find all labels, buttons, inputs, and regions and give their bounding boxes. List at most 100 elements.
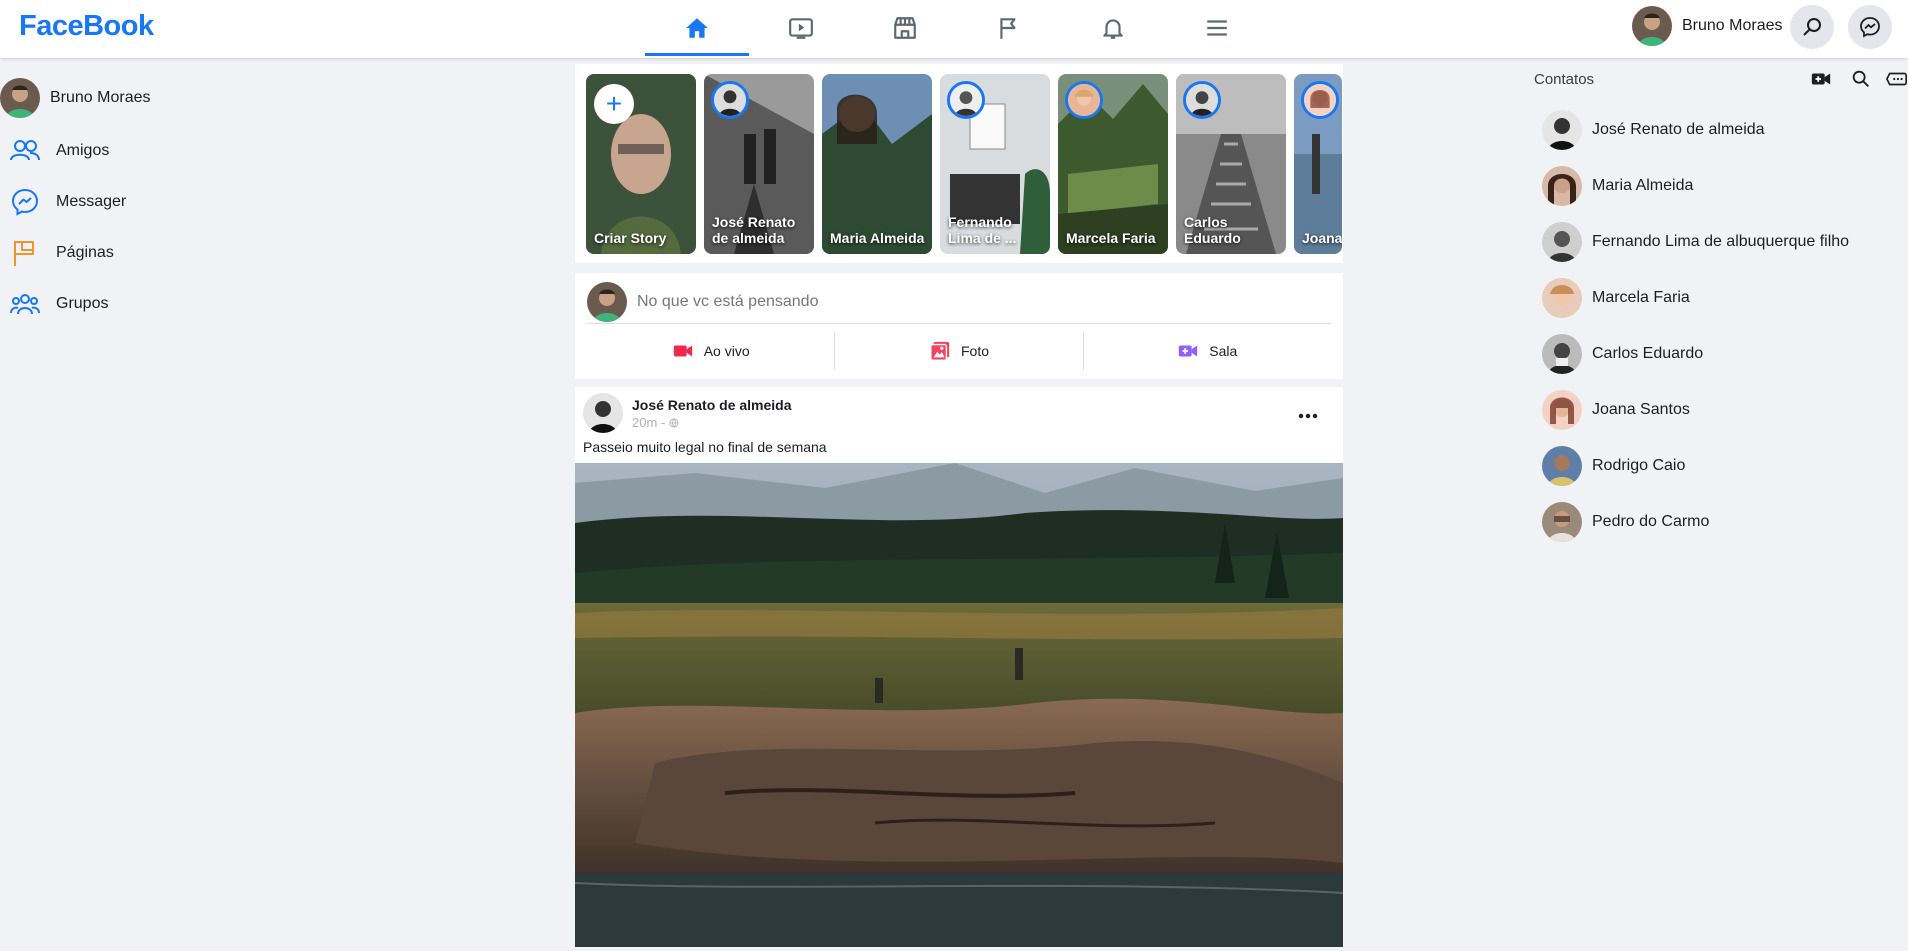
contact-item[interactable]: Pedro do Carmo: [1534, 494, 1908, 550]
avatar: [1632, 6, 1672, 46]
top-navbar: FaceBook Bruno Moraes: [0, 0, 1908, 58]
contact-name: Pedro do Carmo: [1592, 513, 1710, 530]
photo-button[interactable]: Foto: [835, 332, 1084, 370]
avatar: [1542, 278, 1582, 318]
story-item[interactable]: Fernando Lima de ...: [940, 74, 1050, 254]
story-name: Joana: [1302, 230, 1342, 246]
search-button[interactable]: [1790, 5, 1834, 49]
post-card: José Renato de almeida 20m - Passeio mui…: [575, 387, 1343, 947]
avatar: [1542, 334, 1582, 374]
contact-item[interactable]: Maria Almeida: [1534, 158, 1908, 214]
header-user-name: Bruno Moraes: [1682, 17, 1783, 34]
tab-home[interactable]: [645, 6, 749, 56]
avatar: [1542, 110, 1582, 150]
sidebar-item-grupos[interactable]: Grupos: [0, 278, 300, 329]
header-profile[interactable]: Bruno Moraes: [1632, 6, 1783, 46]
room-icon: [1179, 345, 1198, 357]
facebook-logo[interactable]: FaceBook: [19, 10, 154, 43]
post-timestamp: 20m -: [632, 415, 792, 430]
avatar: [1542, 166, 1582, 206]
more-options-button[interactable]: [1293, 401, 1323, 431]
avatar: [1065, 81, 1103, 119]
video-camera-icon: [673, 345, 692, 357]
sidebar-item-paginas[interactable]: Páginas: [0, 227, 300, 278]
story-item[interactable]: Maria Almeida: [822, 74, 932, 254]
post-image[interactable]: [575, 463, 1343, 947]
flag-icon: [1000, 18, 1016, 39]
photo-icon: [930, 341, 950, 361]
contact-name: Marcela Faria: [1592, 289, 1690, 306]
tab-pages[interactable]: [957, 6, 1061, 50]
post-text: Passeio muito legal no final de semana: [583, 439, 827, 455]
marketplace-icon: [894, 17, 916, 39]
story-item[interactable]: Carlos Eduardo: [1176, 74, 1286, 254]
sidebar-item-amigos[interactable]: Amigos: [0, 125, 300, 176]
story-item[interactable]: Joana: [1294, 74, 1342, 254]
story-item[interactable]: Marcela Faria: [1058, 74, 1168, 254]
messenger-icon: [1860, 17, 1880, 38]
groups-icon: [10, 293, 40, 314]
watch-icon: [789, 18, 813, 39]
story-name: Maria Almeida: [830, 230, 925, 246]
avatar: [1183, 81, 1221, 119]
sidebar-item-label: Páginas: [56, 243, 114, 261]
contact-name: Maria Almeida: [1592, 177, 1694, 194]
stories-bar: + Criar Story José Renato de almeida Mar…: [575, 64, 1343, 263]
left-sidebar: Bruno Moraes Amigos Messager Páginas Gru…: [0, 75, 300, 329]
globe-icon: [669, 418, 679, 428]
contact-item[interactable]: Fernando Lima de albuquerque filho: [1534, 214, 1908, 270]
story-name: Criar Story: [594, 230, 667, 246]
avatar[interactable]: [583, 393, 623, 433]
contact-item[interactable]: Marcela Faria: [1534, 270, 1908, 326]
contact-item[interactable]: Rodrigo Caio: [1534, 438, 1908, 494]
contact-item[interactable]: Carlos Eduardo: [1534, 326, 1908, 382]
more-icon: [1298, 413, 1318, 419]
bell-icon: [1103, 19, 1123, 39]
post-author[interactable]: José Renato de almeida: [632, 397, 792, 413]
tab-menu[interactable]: [1165, 6, 1269, 50]
friends-icon: [10, 139, 40, 160]
contact-name: José Renato de almeida: [1592, 121, 1765, 138]
messenger-icon: [11, 188, 39, 216]
contact-name: Carlos Eduardo: [1592, 345, 1704, 362]
sidebar-item-messager[interactable]: Messager: [0, 176, 300, 227]
tab-notifications[interactable]: [1061, 6, 1165, 50]
contact-item[interactable]: Joana Santos: [1534, 382, 1908, 438]
contact-name: Joana Santos: [1592, 401, 1690, 418]
avatar: [1542, 446, 1582, 486]
composer-input[interactable]: No que vc está pensando: [637, 293, 818, 311]
menu-icon: [1207, 20, 1227, 36]
sidebar-item-label: Messager: [56, 192, 127, 210]
room-label: Sala: [1209, 343, 1238, 359]
home-icon: [686, 18, 708, 38]
tab-watch[interactable]: [749, 6, 853, 50]
photo-label: Foto: [960, 343, 989, 359]
live-video-label: Ao vivo: [703, 343, 750, 359]
sidebar-item-profile[interactable]: Bruno Moraes: [0, 75, 300, 121]
story-name: Carlos Eduardo: [1184, 214, 1241, 246]
contacts-sidebar: Contatos José Renato de almeida Maria Al…: [1534, 64, 1908, 550]
contact-item[interactable]: José Renato de almeida: [1534, 102, 1908, 158]
room-button[interactable]: Sala: [1084, 332, 1331, 370]
story-create[interactable]: + Criar Story: [586, 74, 696, 254]
avatar: [947, 81, 985, 119]
news-feed: + Criar Story José Renato de almeida Mar…: [575, 64, 1343, 947]
tab-marketplace[interactable]: [853, 6, 957, 50]
live-video-button[interactable]: Ao vivo: [587, 332, 836, 370]
story-item[interactable]: José Renato de almeida: [704, 74, 814, 254]
post-composer: No que vc está pensando Ao vivo Foto Sal…: [575, 273, 1343, 379]
contacts-title: Contatos: [1534, 70, 1595, 88]
messenger-button[interactable]: [1848, 5, 1892, 49]
search-icon[interactable]: [1850, 68, 1872, 90]
contact-name: Rodrigo Caio: [1592, 457, 1686, 474]
avatar: [1542, 222, 1582, 262]
story-image: [822, 74, 932, 254]
more-options-icon[interactable]: [1886, 68, 1908, 90]
new-room-icon[interactable]: [1810, 68, 1832, 90]
avatar: [0, 78, 40, 118]
pages-icon: [14, 240, 34, 266]
story-name: Marcela Faria: [1066, 230, 1156, 246]
avatar: [1542, 502, 1582, 542]
add-story-icon: +: [594, 84, 634, 124]
story-name: José Renato de almeida: [712, 214, 796, 246]
